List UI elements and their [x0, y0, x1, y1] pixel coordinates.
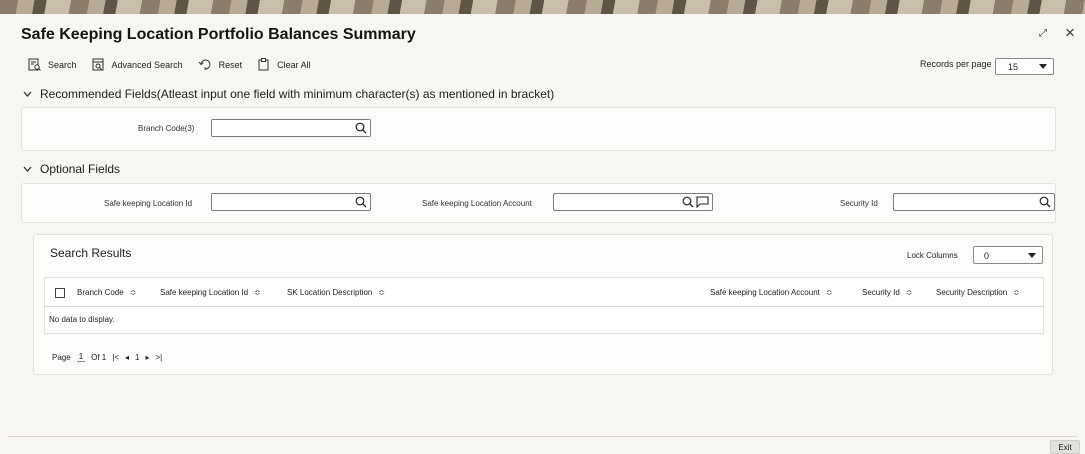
- search-results-title: Search Results: [50, 246, 132, 260]
- column-header-security-description[interactable]: Security Description ≎: [936, 288, 1020, 297]
- search-icon[interactable]: [355, 122, 367, 134]
- prev-page-icon[interactable]: ◂: [125, 353, 129, 362]
- search-button-label: Search: [48, 59, 77, 70]
- search-results-panel: Search Results Lock Columns 0 Branch Cod…: [33, 234, 1053, 375]
- records-per-page-label: Records per page: [920, 59, 992, 69]
- clipboard-icon: [258, 58, 269, 71]
- first-page-icon[interactable]: |<: [112, 353, 119, 362]
- sort-icon[interactable]: ≎: [826, 288, 833, 297]
- last-page-icon[interactable]: >|: [156, 353, 163, 362]
- reset-button-label: Reset: [218, 59, 243, 70]
- recommended-fields-heading: Recommended Fields(Atleast input one fie…: [40, 87, 555, 101]
- pagination: Page 1 Of 1 |< ◂ 1 ▸ >|: [52, 352, 168, 362]
- advanced-search-button[interactable]: Advanced Search: [92, 58, 183, 71]
- lock-columns-value: 0: [984, 251, 990, 261]
- results-table-body: No data to display.: [44, 307, 1044, 334]
- column-header-sk-location-id[interactable]: Safe keeping Location Id ≎: [160, 288, 261, 297]
- footer-divider: [8, 436, 1077, 437]
- chevron-down-icon: [23, 166, 32, 172]
- recommended-fields-toggle[interactable]: Recommended Fields(Atleast input one fie…: [23, 87, 554, 101]
- sort-icon[interactable]: ≎: [254, 288, 261, 297]
- advanced-search-icon: [92, 58, 104, 71]
- page-number-input[interactable]: 1: [76, 352, 86, 362]
- expand-icon[interactable]: ⤢: [1039, 28, 1047, 39]
- sk-location-account-field[interactable]: [553, 193, 713, 211]
- recommended-fields-panel: Branch Code(3): [21, 107, 1056, 151]
- page-of-label: Of 1: [91, 352, 107, 362]
- chevron-down-icon: [23, 91, 32, 97]
- no-data-message: No data to display.: [49, 315, 115, 324]
- sort-icon[interactable]: ≎: [906, 288, 913, 297]
- branch-code-field[interactable]: [211, 119, 371, 137]
- lock-columns-label: Lock Columns: [907, 251, 958, 260]
- search-icon[interactable]: [355, 196, 367, 208]
- column-header-branch-code[interactable]: Branch Code ≎: [77, 288, 136, 297]
- exit-button[interactable]: Exit: [1050, 440, 1080, 454]
- column-header-sk-location-account[interactable]: Safe keeping Location Account ≎: [710, 288, 833, 297]
- select-all-checkbox[interactable]: [55, 288, 65, 298]
- reset-button[interactable]: x Reset: [198, 58, 243, 71]
- reset-icon: x: [198, 59, 211, 71]
- sk-location-id-field[interactable]: [211, 193, 371, 211]
- current-page: 1: [135, 352, 140, 362]
- header-banner: [0, 0, 1085, 14]
- optional-fields-heading: Optional Fields: [40, 162, 121, 176]
- chevron-down-icon: [1039, 64, 1047, 69]
- close-icon[interactable]: ×: [1065, 23, 1075, 43]
- message-icon[interactable]: [696, 196, 709, 208]
- lock-columns-select[interactable]: 0: [973, 246, 1043, 264]
- column-header-security-id[interactable]: Security Id ≎: [862, 288, 913, 297]
- next-page-icon[interactable]: ▸: [145, 353, 149, 362]
- optional-fields-toggle[interactable]: Optional Fields: [23, 162, 120, 176]
- toolbar: Search Advanced Search x Reset Clear All: [28, 58, 326, 71]
- security-id-label: Security Id: [840, 199, 878, 208]
- column-header-sk-location-description[interactable]: SK Location Description ≎: [287, 288, 385, 297]
- clear-all-label: Clear All: [277, 59, 311, 70]
- chevron-down-icon: [1028, 253, 1036, 258]
- security-id-field[interactable]: [893, 193, 1055, 211]
- page-title: Safe Keeping Location Portfolio Balances…: [21, 26, 416, 43]
- results-table-header: Branch Code ≎ Safe keeping Location Id ≎ S…: [44, 277, 1044, 307]
- search-doc-icon: [28, 58, 41, 71]
- search-button[interactable]: Search: [28, 58, 77, 71]
- summary-window: Safe Keeping Location Portfolio Balances…: [8, 14, 1085, 454]
- records-per-page-select[interactable]: 15: [995, 58, 1054, 75]
- sort-icon[interactable]: ≎: [130, 288, 137, 297]
- search-icon[interactable]: [1039, 196, 1051, 208]
- records-per-page-value: 15: [1008, 62, 1019, 72]
- sk-location-id-label: Safe keeping Location Id: [104, 199, 193, 208]
- sk-location-account-label: Safe keeping Location Account: [422, 199, 532, 208]
- clear-all-button[interactable]: Clear All: [257, 58, 311, 71]
- search-icon[interactable]: [682, 196, 694, 208]
- branch-code-label: Branch Code(3): [138, 124, 195, 133]
- sort-icon[interactable]: ≎: [378, 288, 385, 297]
- page-label: Page: [52, 352, 71, 362]
- optional-fields-panel: Safe keeping Location Id Safe keeping Lo…: [21, 183, 1056, 223]
- advanced-search-label: Advanced Search: [111, 59, 183, 70]
- sort-icon[interactable]: ≎: [1013, 288, 1020, 297]
